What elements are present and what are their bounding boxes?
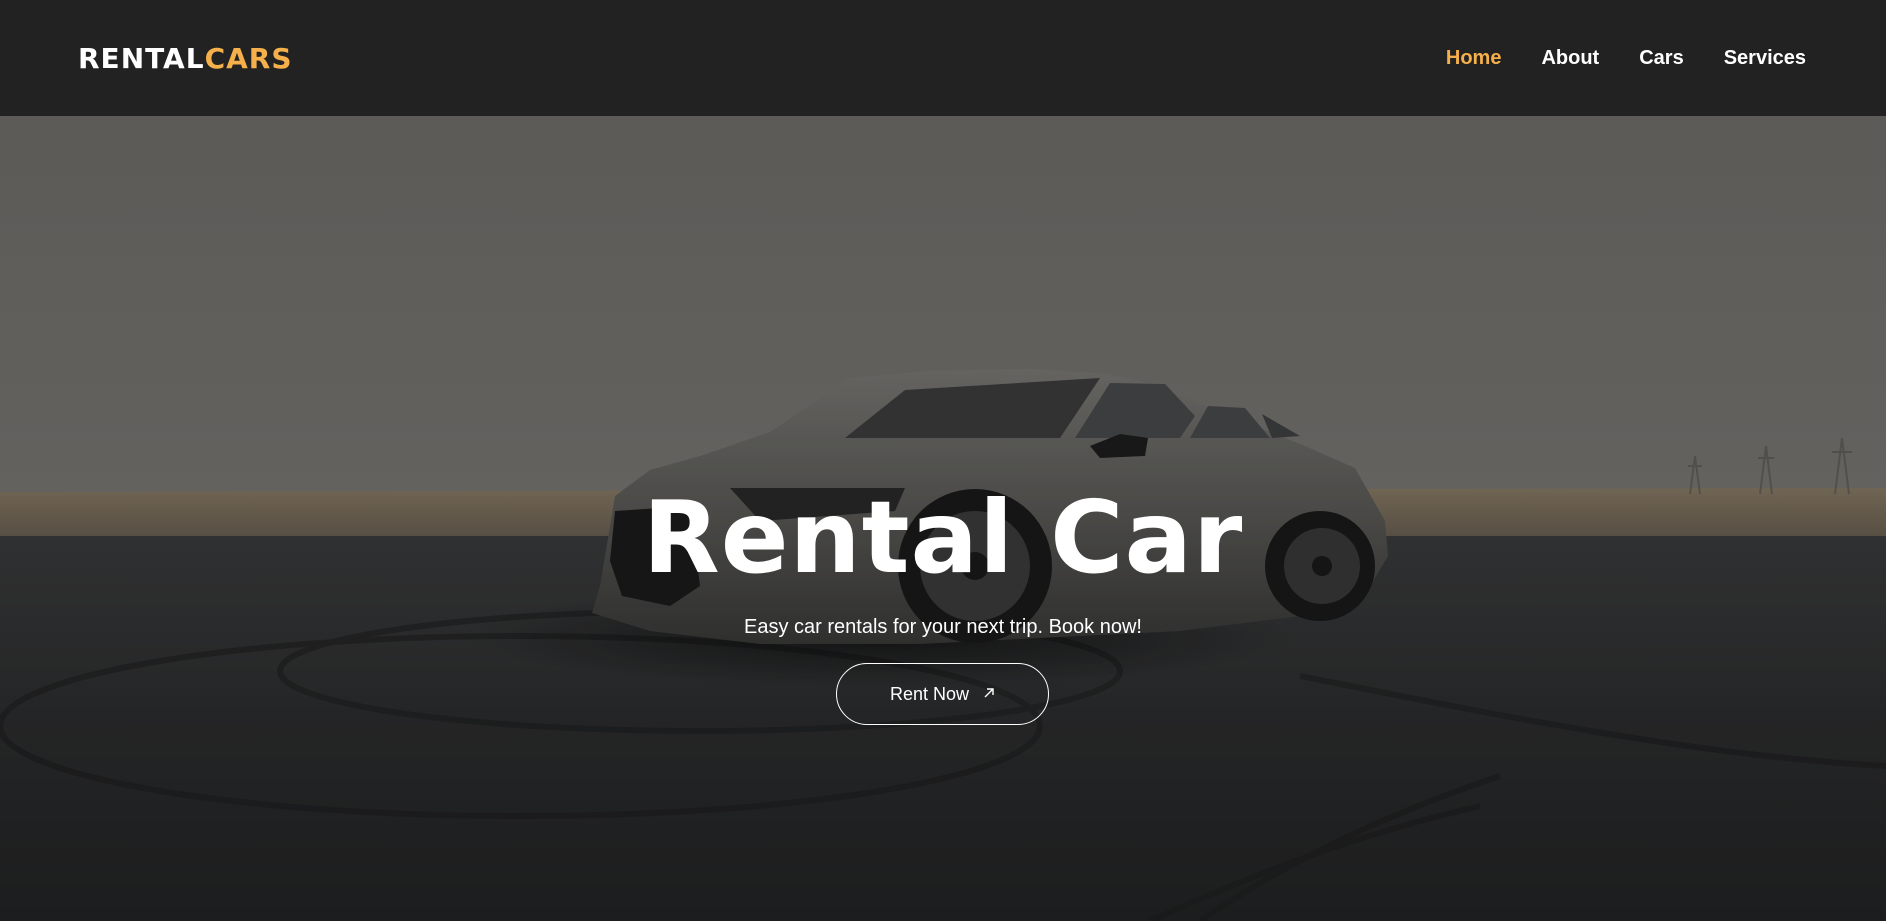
page: RENTALCARS Home About Cars Services Rent…	[0, 0, 1886, 921]
rent-now-label: Rent Now	[889, 683, 970, 704]
nav-services-link[interactable]: Services	[1724, 47, 1806, 70]
arrow-up-right-icon	[983, 687, 995, 701]
logo-text-cars: CARS	[204, 41, 293, 75]
logo-text-rental: RENTAL	[78, 41, 205, 75]
hero-content: Rental Car Easy car rentals for your nex…	[0, 116, 1886, 921]
nav-home-link[interactable]: Home	[1446, 47, 1502, 70]
site-logo[interactable]: RENTALCARS	[78, 42, 293, 75]
main-nav: Home About Cars Services	[1446, 47, 1806, 70]
rent-now-button[interactable]: Rent Now	[836, 663, 1049, 725]
nav-cars-link[interactable]: Cars	[1639, 47, 1683, 70]
nav-about-link[interactable]: About	[1541, 47, 1599, 70]
hero-title: Rental Car	[642, 479, 1244, 596]
hero-section: Rental Car Easy car rentals for your nex…	[0, 116, 1886, 921]
hero-subtitle: Easy car rentals for your next trip. Boo…	[744, 616, 1142, 638]
site-header: RENTALCARS Home About Cars Services	[0, 0, 1886, 116]
